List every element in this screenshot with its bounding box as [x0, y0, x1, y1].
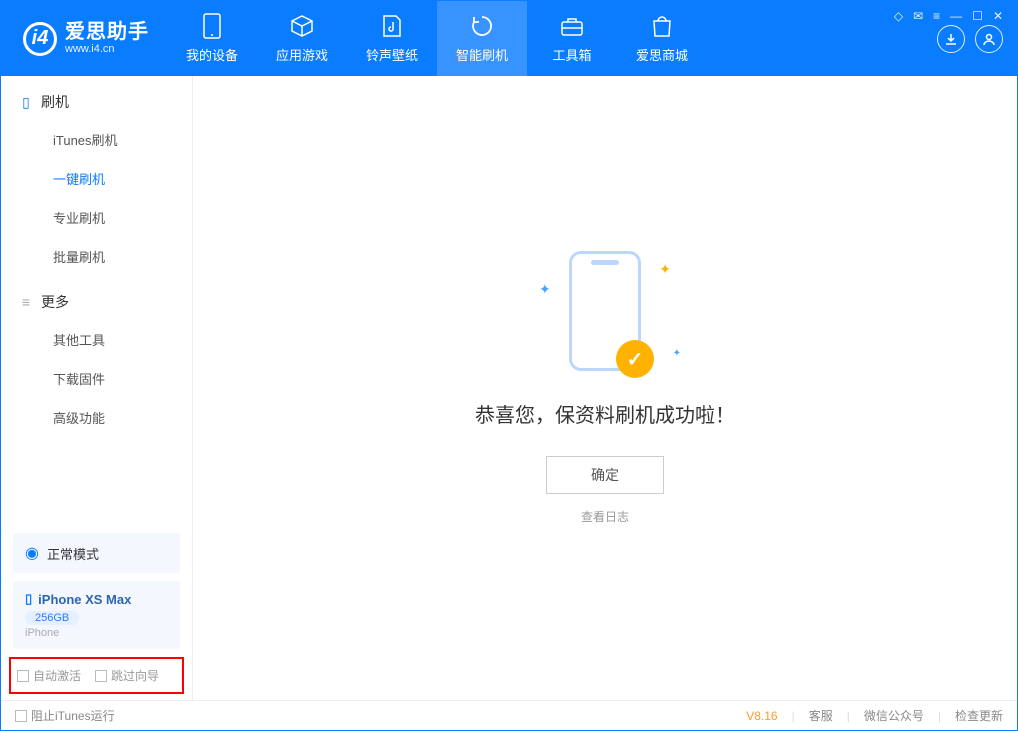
footer-link-update[interactable]: 检查更新 — [955, 707, 1003, 724]
skin-icon[interactable]: ◇ — [894, 9, 903, 23]
sidebar-group-more: ≡ 更多 — [1, 276, 192, 320]
main-tabs: 我的设备 应用游戏 铃声壁纸 智能刷机 工具箱 爱思商城 — [167, 1, 707, 76]
menu-icon[interactable]: ≡ — [933, 9, 940, 23]
sidebar-item-advanced[interactable]: 高级功能 — [1, 398, 192, 437]
mode-icon: ◉ — [25, 543, 39, 563]
mode-label: 正常模式 — [47, 544, 99, 563]
tab-smart-flash[interactable]: 智能刷机 — [437, 1, 527, 76]
phone-icon — [199, 13, 225, 39]
bag-icon — [649, 13, 675, 39]
sidebar: ▯ 刷机 iTunes刷机 一键刷机 专业刷机 批量刷机 ≡ 更多 其他工具 下… — [1, 76, 193, 700]
close-button[interactable]: ✕ — [993, 9, 1003, 23]
refresh-shield-icon — [469, 13, 495, 39]
tab-toolbox[interactable]: 工具箱 — [527, 1, 617, 76]
footer-link-wechat[interactable]: 微信公众号 — [864, 707, 924, 724]
success-message: 恭喜您，保资料刷机成功啦！ — [475, 399, 735, 428]
maximize-button[interactable]: ☐ — [972, 9, 983, 23]
sidebar-bottom-options: 自动激活 跳过向导 — [9, 657, 184, 694]
checkbox-block-itunes[interactable]: 阻止iTunes运行 — [15, 707, 115, 724]
device-box[interactable]: ▯ iPhone XS Max 256GB iPhone — [13, 581, 180, 649]
device-capacity: 256GB — [25, 611, 79, 625]
sidebar-group-flash: ▯ 刷机 — [1, 76, 192, 120]
toolbox-icon — [559, 13, 585, 39]
tab-apps-games[interactable]: 应用游戏 — [257, 1, 347, 76]
logo: i4 爱思助手 www.i4.cn — [1, 1, 167, 76]
mode-box[interactable]: ◉ 正常模式 — [13, 533, 180, 573]
checkbox-auto-activate[interactable]: 自动激活 — [17, 667, 81, 684]
sidebar-item-itunes-flash[interactable]: iTunes刷机 — [1, 120, 192, 159]
sidebar-item-onekey-flash[interactable]: 一键刷机 — [1, 159, 192, 198]
sidebar-item-batch-flash[interactable]: 批量刷机 — [1, 237, 192, 276]
main-content: ✓ ✦ ✦ ✦ 恭喜您，保资料刷机成功啦！ 确定 查看日志 — [193, 76, 1017, 700]
window-controls: ◇ ✉ ≡ — ☐ ✕ — [894, 9, 1003, 23]
user-button[interactable] — [975, 25, 1003, 53]
sidebar-item-other-tools[interactable]: 其他工具 — [1, 320, 192, 359]
footer: 阻止iTunes运行 V8.16 | 客服 | 微信公众号 | 检查更新 — [1, 700, 1017, 730]
feedback-icon[interactable]: ✉ — [913, 9, 923, 23]
music-file-icon — [379, 13, 405, 39]
sparkle-icon: ✦ — [659, 261, 671, 278]
phone-illustration: ✓ — [569, 251, 641, 371]
device-name: iPhone XS Max — [38, 592, 131, 607]
footer-link-support[interactable]: 客服 — [809, 707, 833, 724]
sparkle-icon: ✦ — [539, 281, 551, 298]
app-name: 爱思助手 — [65, 21, 149, 43]
logo-icon: i4 — [23, 22, 57, 56]
list-icon: ≡ — [19, 295, 33, 309]
app-url: www.i4.cn — [65, 43, 149, 55]
check-icon: ✓ — [616, 340, 654, 378]
minimize-button[interactable]: — — [950, 9, 962, 23]
tab-store[interactable]: 爱思商城 — [617, 1, 707, 76]
cube-icon — [289, 13, 315, 39]
ok-button[interactable]: 确定 — [546, 456, 664, 494]
checkbox-skip-guide[interactable]: 跳过向导 — [95, 667, 159, 684]
device-phone-icon: ▯ — [25, 591, 32, 607]
header: i4 爱思助手 www.i4.cn 我的设备 应用游戏 铃声壁纸 智能刷机 工具… — [1, 1, 1017, 76]
version-label: V8.16 — [746, 709, 777, 723]
tab-my-device[interactable]: 我的设备 — [167, 1, 257, 76]
device-platform: iPhone — [25, 627, 168, 639]
download-button[interactable] — [937, 25, 965, 53]
sparkle-icon: ✦ — [673, 348, 681, 359]
view-log-link[interactable]: 查看日志 — [581, 508, 629, 525]
tab-ringtone-wallpaper[interactable]: 铃声壁纸 — [347, 1, 437, 76]
sidebar-item-download-firmware[interactable]: 下载固件 — [1, 359, 192, 398]
sidebar-item-pro-flash[interactable]: 专业刷机 — [1, 198, 192, 237]
phone-small-icon: ▯ — [19, 95, 33, 109]
